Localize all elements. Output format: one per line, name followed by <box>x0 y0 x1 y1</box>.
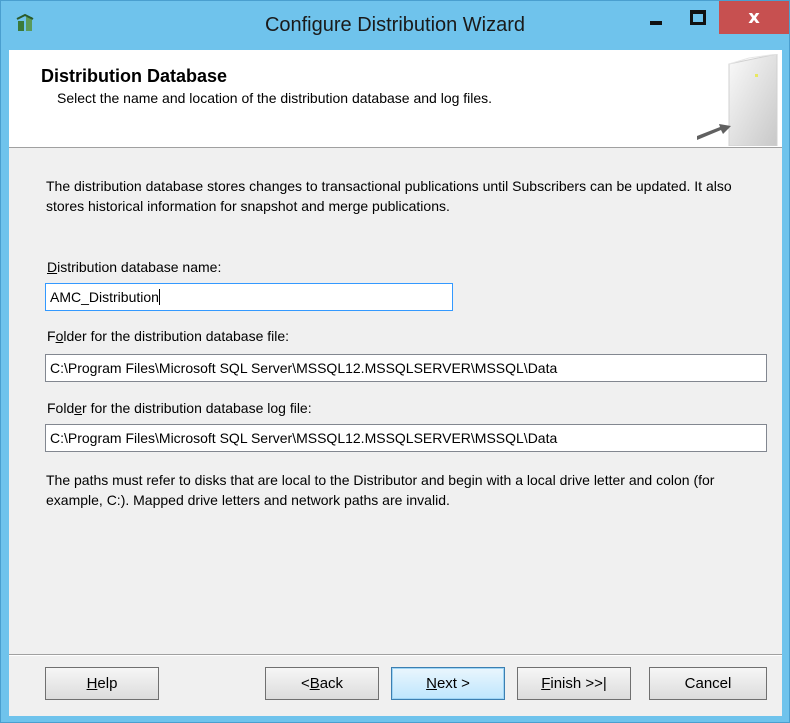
close-button[interactable]: x <box>719 1 789 34</box>
next-button[interactable]: Next > <box>391 667 505 700</box>
description-text: The distribution database stores changes… <box>46 178 732 214</box>
data-folder-label: Folder for the distribution database fil… <box>47 328 290 344</box>
data-folder-input[interactable]: C:\Program Files\Microsoft SQL Server\MS… <box>45 354 767 382</box>
page-title: Distribution Database <box>41 66 228 86</box>
minimize-icon <box>650 20 662 25</box>
page-subtitle: Select the name and location of the dist… <box>57 90 493 106</box>
cancel-button[interactable]: Cancel <box>649 667 767 700</box>
log-folder-input[interactable]: C:\Program Files\Microsoft SQL Server\MS… <box>45 424 767 452</box>
finish-button[interactable]: Finish >>| <box>517 667 631 700</box>
minimize-button[interactable] <box>637 1 675 34</box>
log-folder-label: Folder for the distribution database log… <box>47 400 312 416</box>
db-name-label: Distribution database name: <box>47 259 222 275</box>
wizard-window: Configure Distribution Wizard x Distribu… <box>0 0 790 723</box>
footer-separator <box>9 654 782 656</box>
path-note-text: The paths must refer to disks that are l… <box>46 472 715 508</box>
close-icon: x <box>748 7 760 28</box>
db-name-input[interactable]: AMC_Distribution <box>45 283 453 311</box>
dialog-client-area: Distribution Database Select the name an… <box>9 50 782 716</box>
title-bar[interactable]: Configure Distribution Wizard x <box>1 1 789 50</box>
text-caret <box>158 289 160 305</box>
maximize-icon <box>690 10 706 25</box>
server-database-icon <box>697 54 778 146</box>
help-button[interactable]: Help <box>45 667 159 700</box>
maximize-button[interactable] <box>679 1 717 34</box>
wizard-page-header: Distribution Database Select the name an… <box>9 50 782 148</box>
back-button[interactable]: < Back <box>265 667 379 700</box>
